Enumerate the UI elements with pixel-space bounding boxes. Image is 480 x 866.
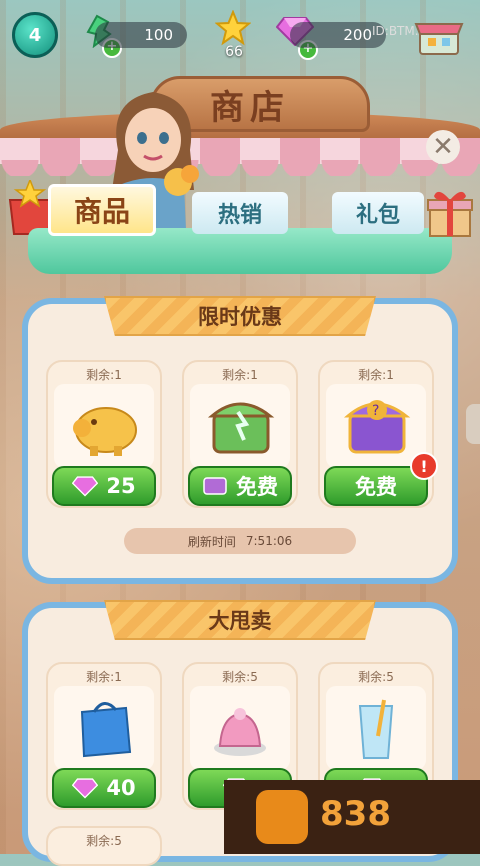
sale-card-bag[interactable]: 剩余:1 40 <box>46 662 162 810</box>
close-button[interactable]: ✕ <box>426 130 460 164</box>
buy-button[interactable]: 40 <box>52 768 156 808</box>
ticket-icon <box>203 477 227 495</box>
stock-label: 剩余:1 <box>358 368 394 382</box>
gem-value: 200 <box>343 26 372 44</box>
price-value: 25 <box>106 474 136 498</box>
clearance-title: 大甩卖 <box>104 600 376 640</box>
level-badge[interactable]: 4 <box>12 12 58 58</box>
price-value: 免费 <box>355 475 397 499</box>
stock-label: 剩余:5 <box>86 834 122 848</box>
refresh-timer: 刷新时间 7:51:06 <box>124 528 356 554</box>
refresh-time: 7:51:06 <box>245 534 293 548</box>
stock-label: 剩余:1 <box>222 368 258 382</box>
offer-card-piggy[interactable]: 剩余:1 25 <box>46 360 162 508</box>
stock-label: 剩余:5 <box>222 670 258 684</box>
claim-free-button[interactable]: 免费 <box>188 466 292 506</box>
sale-card-next[interactable]: 剩余:5 <box>46 826 162 866</box>
top-bar: 4 + 100 66 + 200 ID:BTM... <box>0 0 480 70</box>
awning-scallop <box>0 160 480 176</box>
watermark-text: 838 <box>320 794 391 834</box>
tab-goods[interactable]: 商品 <box>48 184 156 236</box>
water-glass-icon <box>326 686 426 770</box>
gem-icon <box>72 476 99 497</box>
watermark: 838 <box>224 780 480 854</box>
energy-counter: 100 <box>95 22 187 48</box>
watermark-logo <box>256 790 308 844</box>
star-icon <box>215 10 251 46</box>
green-chest-icon <box>190 384 290 468</box>
stock-label: 剩余:5 <box>358 670 394 684</box>
shop-stall-icon[interactable] <box>414 12 464 58</box>
side-drawer-handle[interactable] <box>466 404 480 444</box>
offer-card-green-chest[interactable]: 剩余:1 免费 <box>182 360 298 508</box>
svg-text:?: ? <box>372 403 379 419</box>
piggy-bank-icon <box>54 384 154 468</box>
shop-header: 商店 <box>0 76 480 186</box>
mystery-chest-icon: ? <box>326 384 426 468</box>
limited-offer-title: 限时优惠 <box>104 296 376 336</box>
offer-card-mystery-chest[interactable]: 剩余:1 ? 免费 <box>318 360 434 508</box>
tab-hot-sale[interactable]: 热销 <box>192 192 288 234</box>
price-value: 40 <box>106 776 136 800</box>
buy-button[interactable]: 25 <box>52 466 156 506</box>
price-value: 免费 <box>236 475 278 499</box>
alert-badge: ! <box>410 452 438 480</box>
stock-label: 剩余:1 <box>86 670 122 684</box>
gift-box-icon <box>427 191 473 237</box>
pudding-icon <box>190 686 290 770</box>
gem-icon <box>72 778 99 799</box>
blue-bag-icon <box>54 686 154 770</box>
stock-label: 剩余:1 <box>86 368 122 382</box>
tab-gift-pack[interactable]: 礼包 <box>332 192 424 234</box>
refresh-label: 刷新时间 <box>187 534 236 549</box>
star-count: 66 <box>225 44 243 60</box>
energy-value: 100 <box>144 26 173 44</box>
